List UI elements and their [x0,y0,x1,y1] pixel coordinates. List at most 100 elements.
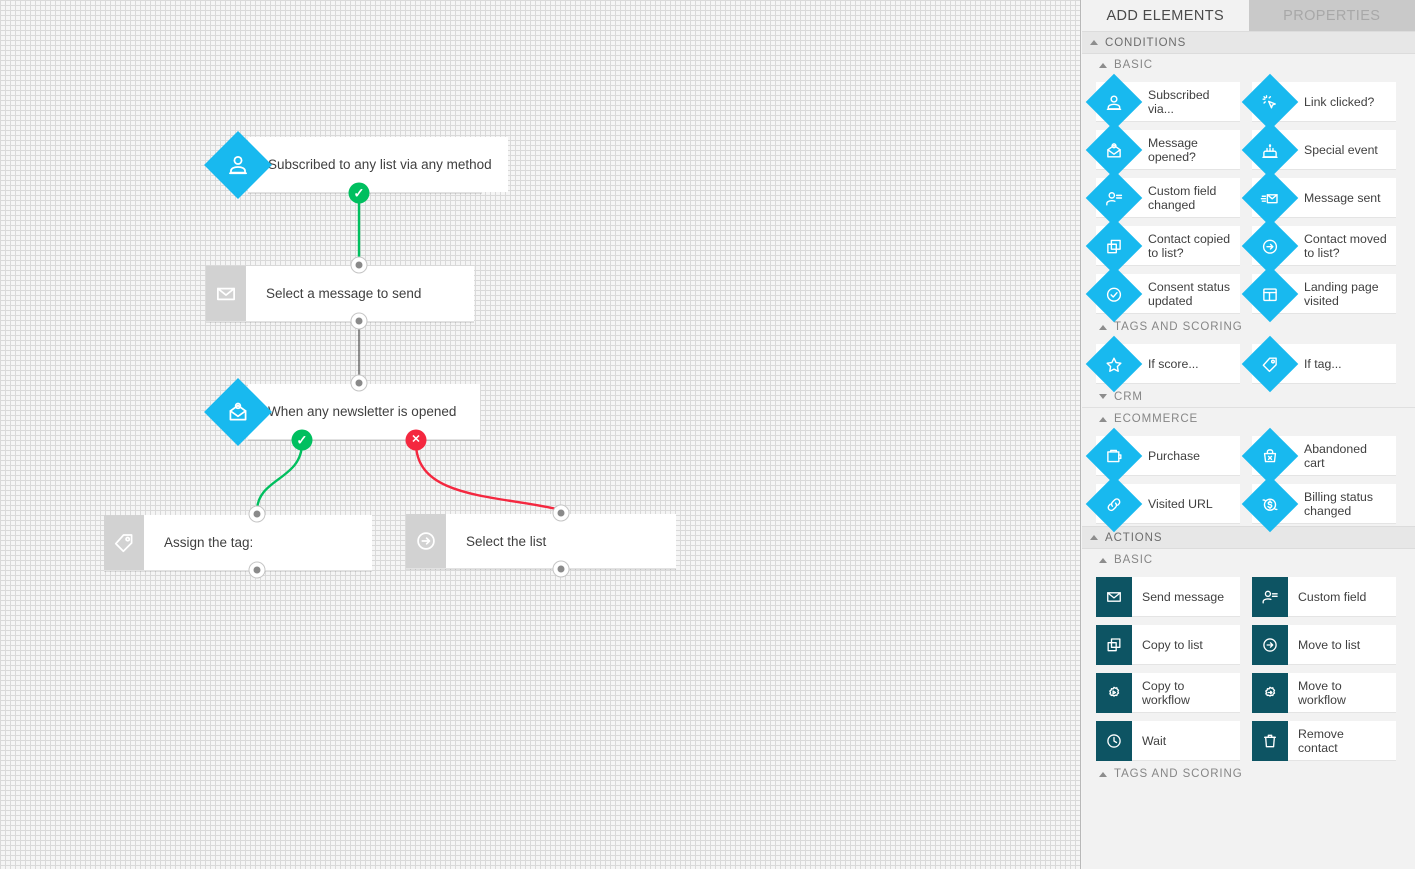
tab-properties[interactable]: PROPERTIES [1248,0,1415,31]
tile-label: Special event [1304,142,1378,157]
element-tile-if-tag[interactable]: If tag... [1241,335,1396,392]
tile-label: Message sent [1304,190,1381,205]
chevron-up-icon [1099,557,1107,563]
element-tile-landing-page-visited[interactable]: Landing page visited [1241,265,1396,322]
element-tile-send-message[interactable]: Send message [1096,577,1240,617]
tag-icon [104,515,144,570]
element-tile-subscribed-via[interactable]: Subscribed via... [1085,73,1240,130]
tile-label: Contact moved to list? [1304,231,1387,260]
element-tile-purchase[interactable]: Purchase [1085,427,1240,484]
gear-arrow-icon [1252,673,1288,713]
tile-label: Wait [1142,733,1167,748]
subsection-title: TAGS AND SCORING [1114,321,1243,333]
workflow-node-n3[interactable]: When any newsletter is opened [204,377,480,446]
tile-label: Custom field changed [1148,183,1217,212]
subsection-title: TAGS AND SCORING [1114,768,1243,780]
section-header-actions[interactable]: ACTIONS [1082,526,1415,549]
element-tile-consent-status-updated[interactable]: Consent status updated [1085,265,1240,322]
link-icon [1085,475,1143,532]
tile-label: Landing page visited [1304,279,1379,308]
tile-label: Send message [1142,589,1225,604]
workflow-node-n4[interactable]: Assign the tag: [104,515,372,571]
element-tile-visited-url[interactable]: Visited URL [1085,475,1240,532]
tile-label: If score... [1148,356,1199,371]
node-connector-port[interactable] [350,374,368,392]
port-dot [355,317,363,325]
workflow-edges [255,196,562,512]
port-dot [557,565,565,573]
workflow-editor: Subscribed to any list via any method Sel… [0,0,1415,869]
chevron-up-icon [1090,40,1098,45]
workflow-node-n5[interactable]: Select the list [406,514,676,569]
element-tile-custom-field-changed[interactable]: Custom field changed [1085,169,1240,226]
node-connector-port[interactable] [248,561,266,579]
subsection-title: BASIC [1114,59,1154,71]
tile-label: Copy to workflow [1142,678,1190,707]
branch-marker-no[interactable]: ✕ [405,429,427,451]
workflow-edge [414,442,562,512]
user-field-icon [1252,577,1288,617]
element-tile-link-clicked[interactable]: Link clicked? [1241,73,1396,130]
element-tile-special-event[interactable]: Special event [1241,121,1396,178]
port-dot [253,510,261,518]
subsection-header-basic[interactable]: BASIC [1082,549,1415,571]
workflow-canvas[interactable]: Subscribed to any list via any method Sel… [0,0,1081,869]
element-tile-if-score[interactable]: If score... [1085,335,1240,392]
tile-grid: Send message Custom field Copy to list Move… [1082,571,1415,763]
subsection-header-tags-and-scoring[interactable]: TAGS AND SCORING [1082,763,1415,785]
element-tile-copy-to-list[interactable]: Copy to list [1096,625,1240,665]
port-dot [253,566,261,574]
element-tile-message-opened[interactable]: Message opened? [1085,121,1240,178]
branch-marker-yes[interactable]: ✓ [348,182,370,204]
tile-label: Purchase [1148,448,1200,463]
check-circle-icon [1085,265,1143,322]
element-tile-billing-status-changed[interactable]: Billing status changed [1241,475,1396,532]
chevron-up-icon [1099,771,1107,777]
element-tile-remove-contact[interactable]: Remove contact [1252,721,1396,761]
element-tile-custom-field[interactable]: Custom field [1252,577,1396,617]
element-tile-abandoned-cart[interactable]: Abandoned cart [1241,427,1396,484]
node-connector-port[interactable] [552,560,570,578]
tile-label: Message opened? [1148,135,1198,164]
layout-icon [1241,265,1299,322]
element-tile-contact-moved-to-list[interactable]: Contact moved to list? [1241,217,1396,274]
subsection-header-ecommerce[interactable]: ECOMMERCE [1082,408,1415,430]
node-connector-port[interactable] [350,312,368,330]
marker-glyph: ✓ [353,185,365,201]
tile-label: Copy to list [1142,637,1203,652]
port-dot [355,261,363,269]
arrow-right-circle-icon [406,514,446,568]
tile-label: Remove contact [1298,726,1344,755]
tile-label: Move to list [1298,637,1361,652]
canvas-grid-horizontal [0,0,1080,869]
node-connector-port[interactable] [552,504,570,522]
panel-body: CONDITIONS BASIC Subscribed via... Link cli… [1082,31,1415,785]
tile-label: Move to workflow [1298,678,1346,707]
node-connector-port[interactable] [350,256,368,274]
subsection-header-tags-and-scoring[interactable]: TAGS AND SCORING [1082,316,1415,338]
tile-label: If tag... [1304,356,1342,371]
subsection-header-basic[interactable]: BASIC [1082,54,1415,76]
workflow-edge [255,442,304,512]
chevron-up-icon [1099,324,1107,330]
tile-label: Link clicked? [1304,94,1375,109]
element-tile-message-sent[interactable]: Message sent [1241,169,1396,226]
element-tile-copy-to-workflow[interactable]: Copy to workflow [1096,673,1240,713]
branch-marker-yes[interactable]: ✓ [291,429,313,451]
elements-panel: ADD ELEMENTS PROPERTIES CONDITIONS BASIC Su… [1082,0,1415,869]
trash-icon [1252,721,1288,761]
tab-add-elements[interactable]: ADD ELEMENTS [1082,0,1249,31]
node-label: Subscribed to any list via any method [248,137,508,192]
workflow-node-n2[interactable]: Select a message to send [206,266,474,322]
element-tile-wait[interactable]: Wait [1096,721,1240,761]
tag-icon [1241,335,1299,392]
element-tile-move-to-workflow[interactable]: Move to workflow [1252,673,1396,713]
section-header-conditions[interactable]: CONDITIONS [1082,31,1415,54]
element-tile-move-to-list[interactable]: Move to list [1252,625,1396,665]
node-connector-port[interactable] [248,505,266,523]
port-dot [557,509,565,517]
subsection-header-crm[interactable]: CRM [1082,386,1415,408]
tile-grid: If score... If tag... [1082,335,1415,392]
element-tile-contact-copied-to-list[interactable]: Contact copied to list? [1085,217,1240,274]
envelope-icon [1096,577,1132,617]
